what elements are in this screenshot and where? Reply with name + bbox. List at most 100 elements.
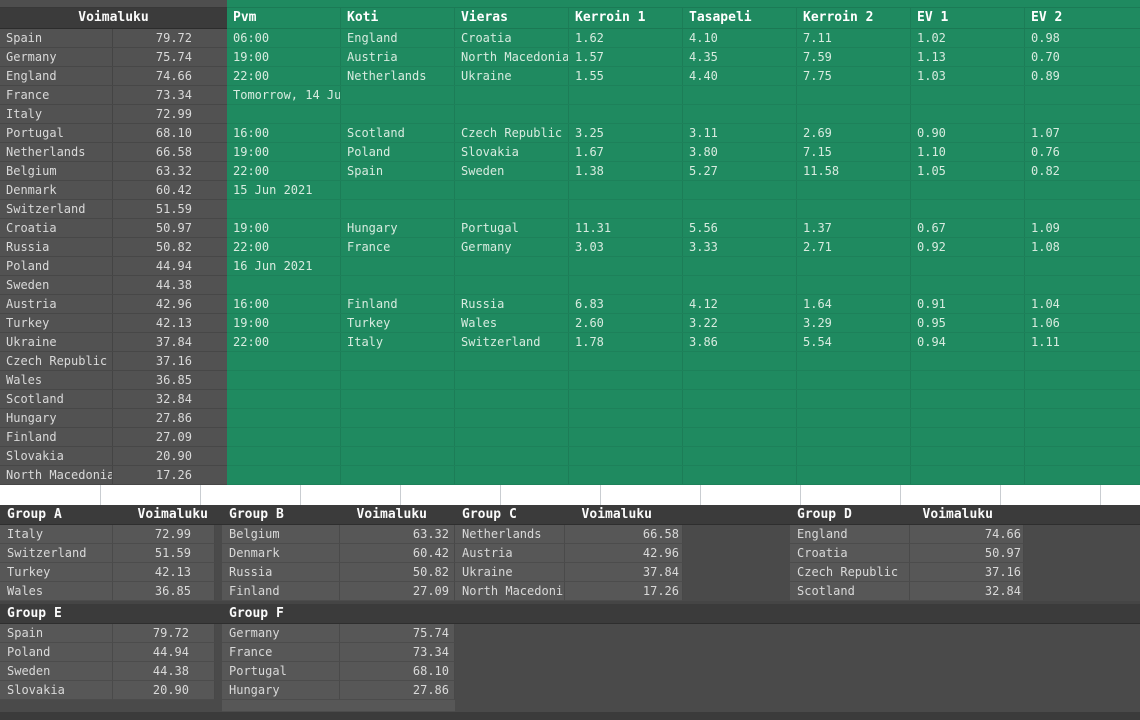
power-row: Finland 27.09: [0, 428, 227, 447]
group-team-cell: Hungary: [222, 681, 340, 700]
fixture-cell-tasapeli: 3.22: [683, 314, 797, 332]
power-row: Ukraine 37.84: [0, 333, 227, 352]
group-team-cell: Switzerland: [0, 544, 113, 563]
fixture-row: 22:00 Netherlands Ukraine 1.55 4.40 7.75 1.03 0…: [227, 67, 1140, 86]
fixture-cell-vieras: Croatia: [455, 29, 569, 47]
power-row: Portugal 68.10: [0, 124, 227, 143]
group-team-cell: France: [222, 643, 340, 662]
power-row: France 73.34: [0, 86, 227, 105]
group-value-cell: 27.09: [340, 582, 455, 601]
group-title: Group D: [797, 507, 852, 522]
power-value-cell: 36.85: [155, 373, 192, 387]
gridline: [200, 485, 201, 505]
fixture-cell-kerroin2: [797, 200, 911, 218]
fixture-cell-ev1: [911, 200, 1025, 218]
group-value-cell: 75.74: [340, 624, 455, 643]
groups-ef-rows: Spain 79.72 Germany 75.74 Poland 44.94 France 7…: [0, 624, 1140, 700]
group-value-cell: 50.97: [910, 544, 1024, 563]
power-row: Slovakia 20.90: [0, 447, 227, 466]
fixture-cell-ev2: 0.82: [1031, 164, 1060, 178]
band-filler: [215, 604, 222, 623]
fixture-cell-koti: [341, 257, 455, 275]
fixture-cell-tasapeli: [683, 276, 797, 294]
group-value-cell: 42.13: [113, 563, 215, 582]
fixture-cell-vieras: [455, 371, 569, 389]
group-team-cell: Spain: [0, 624, 113, 643]
power-row: Sweden 44.38: [0, 276, 227, 295]
fixture-cell-ev2: [1025, 428, 1140, 446]
bottom-band: [0, 712, 1140, 720]
power-value-cell: 42.13: [155, 316, 192, 330]
fixture-cell-ev1: [911, 352, 1025, 370]
fixture-cell-koti: [341, 352, 455, 370]
fixture-cell-tasapeli: [683, 105, 797, 123]
fixture-row: 19:00 Hungary Portugal 11.31 5.56 1.37 0.67 1.0…: [227, 219, 1140, 238]
fixture-cell-pvm: [227, 466, 341, 484]
fixture-cell-vieras: Germany: [455, 238, 569, 256]
group-team-cell: Ukraine: [455, 563, 565, 582]
empty-area: [1024, 525, 1140, 544]
separator-row: [0, 485, 1140, 505]
group-value-cell: 66.58: [565, 525, 683, 544]
power-table-header: Voimaluku: [0, 8, 227, 29]
team-name-cell: Finland: [0, 428, 113, 446]
fixture-cell-kerroin1: [569, 105, 683, 123]
team-name-cell: Russia: [0, 238, 113, 256]
fixture-cell-kerroin1: 1.38: [569, 162, 683, 180]
power-row: Switzerland 51.59: [0, 200, 227, 219]
empty-area: [215, 582, 222, 601]
empty-area: [683, 582, 790, 601]
fixture-cell-kerroin1: 3.03: [569, 238, 683, 256]
fixture-cell-kerroin2: [797, 390, 911, 408]
empty-area: [1024, 544, 1140, 563]
fixture-cell-ev1: [911, 409, 1025, 427]
empty-area: [0, 700, 222, 712]
group-value-cell: 20.90: [113, 681, 215, 700]
fixture-row: [227, 371, 1140, 390]
fixture-cell-kerroin1: 1.57: [569, 48, 683, 66]
fixture-cell-ev1: [911, 181, 1025, 199]
fixture-cell-pvm: [227, 105, 341, 123]
fixture-cell-vieras: [455, 466, 569, 484]
gridline: [1100, 485, 1101, 505]
fixture-cell-pvm: 15 Jun 2021: [227, 181, 341, 199]
power-value-cell: 66.58: [155, 145, 192, 159]
fixture-cell-koti: [341, 428, 455, 446]
power-value-cell: 79.72: [155, 31, 192, 45]
band-filler: [683, 505, 790, 524]
team-name-cell: France: [0, 86, 113, 104]
fixture-cell-kerroin2: [797, 447, 911, 465]
fixture-cell-tasapeli: [683, 390, 797, 408]
gridline: [700, 485, 701, 505]
fixture-cell-ev1: 0.92: [911, 238, 1025, 256]
fixture-cell-ev1: [911, 257, 1025, 275]
fixture-cell-ev1: 0.91: [911, 295, 1025, 313]
fixture-cell-tasapeli: [683, 257, 797, 275]
group-title: Group C: [462, 507, 517, 522]
group-value-cell: 37.16: [910, 563, 1024, 582]
fixture-cell-ev2: 1.09: [1031, 221, 1060, 235]
fixture-cell-koti: [341, 181, 455, 199]
fixture-cell-tasapeli: 3.33: [683, 238, 797, 256]
empty-cell: [340, 700, 455, 712]
empty-area: [683, 563, 790, 582]
fixture-cell-kerroin1: [569, 409, 683, 427]
fixture-cell-tasapeli: [683, 447, 797, 465]
fixture-row: [227, 352, 1140, 371]
fixtures-header-tasapeli: Tasapeli: [683, 8, 797, 28]
fixture-cell-kerroin1: 1.55: [569, 67, 683, 85]
fixture-row: 22:00 France Germany 3.03 3.33 2.71 0.92 1.08: [227, 238, 1140, 257]
team-name-cell: Netherlands: [0, 143, 113, 161]
fixture-cell-vieras: Wales: [455, 314, 569, 332]
group-team-cell: Belgium: [222, 525, 340, 544]
band-filler: [113, 604, 215, 623]
group-row: Spain 79.72 Germany 75.74: [0, 624, 1140, 643]
fixture-cell-koti: [341, 447, 455, 465]
fixture-cell-kerroin1: 2.60: [569, 314, 683, 332]
power-value-cell: 20.90: [155, 449, 192, 463]
power-value-cell: 17.26: [155, 468, 192, 482]
fixture-cell-ev2: [1025, 371, 1140, 389]
fixture-cell-tasapeli: 4.12: [683, 295, 797, 313]
group-team-cell: Turkey: [0, 563, 113, 582]
fixture-cell-ev2: [1025, 466, 1140, 484]
